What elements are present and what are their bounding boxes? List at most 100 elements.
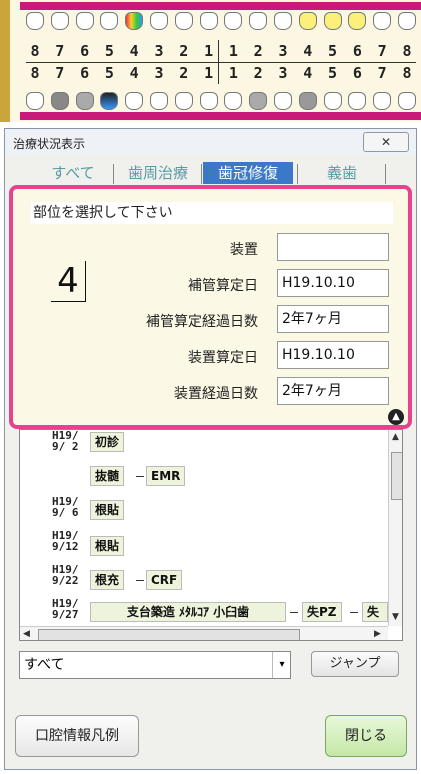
tooth-number: 7: [377, 64, 387, 82]
tooth-number: 1: [228, 42, 238, 60]
upper-tooth-row[interactable]: [26, 12, 416, 32]
tooth-icon[interactable]: [174, 92, 193, 110]
tooth-icon[interactable]: [249, 92, 268, 110]
close-button[interactable]: 閉じる: [325, 715, 407, 757]
history-item[interactable]: 初診: [90, 432, 125, 452]
tooth-number: 5: [104, 64, 114, 82]
tooth-icon[interactable]: [373, 92, 392, 110]
window-title: 治療状況表示: [13, 137, 86, 151]
tab-denture[interactable]: 義歯: [301, 162, 383, 184]
horizontal-scrollbar[interactable]: ◀ ▶: [20, 626, 388, 640]
supplement-calc-date-label: 補管算定日: [188, 278, 258, 294]
lower-tooth-row[interactable]: [26, 92, 416, 112]
tooth-number: 1: [204, 64, 214, 82]
tooth-icon[interactable]: [50, 12, 69, 30]
tooth-icon[interactable]: [174, 12, 193, 30]
history-item[interactable]: 根貼: [90, 500, 125, 520]
tooth-icon[interactable]: [323, 92, 342, 110]
detail-panel: 部位を選択して下さい 4 装置 補管算定日 H19.10.10 補管算定経過日数…: [9, 185, 412, 429]
tooth-number: 2: [179, 42, 189, 60]
scroll-right-icon[interactable]: ▶: [374, 629, 381, 639]
dental-chart[interactable]: 8 7 6 5 4 3 2 1 1 2 3 4 5 6 7 8 8 7 6 5 …: [0, 0, 421, 122]
filter-select[interactable]: すべて ▾: [19, 651, 291, 679]
lower-tooth-numbers: 8 7 6 5 4 3 2 1 1 2 3 4 5 6 7 8: [26, 64, 416, 82]
tooth-icon[interactable]: [50, 92, 69, 110]
selection-prompt: 部位を選択して下さい: [31, 202, 393, 224]
history-item[interactable]: 失PZ: [302, 602, 342, 622]
tab-crown-restoration[interactable]: 歯冠修復: [203, 162, 293, 184]
upper-tooth-numbers: 8 7 6 5 4 3 2 1 1 2 3 4 5 6 7 8: [26, 42, 416, 60]
tooth-icon[interactable]: [199, 92, 218, 110]
tooth-icon[interactable]: [298, 12, 317, 30]
tooth-icon[interactable]: [149, 12, 168, 30]
connector: [290, 612, 298, 613]
tooth-icon[interactable]: [273, 12, 292, 30]
tooth-icon[interactable]: [75, 12, 94, 30]
tooth-icon[interactable]: [373, 12, 392, 30]
device-field[interactable]: [277, 233, 389, 261]
supplement-elapsed-field[interactable]: 2年7ヶ月: [277, 305, 389, 333]
device-calc-date-field[interactable]: H19.10.10: [277, 341, 389, 369]
tooth-number: 4: [129, 42, 139, 60]
history-item[interactable]: 抜髄: [90, 466, 125, 486]
tooth-icon[interactable]: [348, 92, 367, 110]
tooth-icon[interactable]: [224, 92, 243, 110]
tooth-icon[interactable]: [249, 12, 268, 30]
tooth-icon[interactable]: [348, 12, 367, 30]
tooth-number: 5: [328, 42, 338, 60]
device-elapsed-label: 装置経過日数: [174, 386, 258, 402]
tooth-icon[interactable]: [273, 92, 292, 110]
device-elapsed-field[interactable]: 2年7ヶ月: [277, 377, 389, 405]
panel-collapse-button[interactable]: ▲: [388, 409, 404, 425]
tooth-number: 2: [253, 64, 263, 82]
tooth-number: 1: [228, 64, 238, 82]
vertical-scrollbar[interactable]: ▲ ▼: [388, 430, 402, 626]
treatment-history-list[interactable]: H19/9/ 2 初診 抜髄 EMR H19/9/ 6 根貼 H19/9/12 …: [19, 429, 403, 641]
tooth-icon[interactable]: [125, 12, 144, 30]
history-item[interactable]: 根充: [90, 570, 125, 590]
history-date: H19/9/ 2: [52, 429, 79, 453]
chevron-down-icon[interactable]: ▾: [272, 652, 291, 678]
tooth-number: 3: [278, 42, 288, 60]
scroll-up-icon[interactable]: ▲: [392, 432, 399, 442]
connector: [136, 476, 144, 477]
tooth-icon[interactable]: [26, 92, 44, 110]
tooth-number: 6: [352, 64, 362, 82]
tooth-icon[interactable]: [75, 92, 94, 110]
scroll-down-icon[interactable]: ▼: [392, 612, 399, 622]
tooth-number: 2: [253, 42, 263, 60]
history-item[interactable]: 失: [362, 602, 388, 622]
tooth-icon[interactable]: [125, 92, 144, 110]
lower-gum-band: [20, 112, 421, 120]
history-item[interactable]: 支台築造 ﾒﾀﾙｺｱ 小臼歯: [90, 602, 286, 622]
supplement-calc-date-field[interactable]: H19.10.10: [277, 269, 389, 297]
history-item[interactable]: 根貼: [90, 536, 125, 556]
window-close-button[interactable]: ✕: [363, 132, 409, 152]
jump-button[interactable]: ジャンプ: [311, 651, 399, 677]
tooth-number: 8: [402, 64, 412, 82]
tab-periodontal[interactable]: 歯周治療: [117, 162, 199, 184]
title-bar[interactable]: 治療状況表示 ✕: [5, 129, 416, 155]
tooth-icon[interactable]: [397, 92, 416, 110]
history-item[interactable]: CRF: [146, 570, 183, 590]
scroll-left-icon[interactable]: ◀: [23, 629, 30, 639]
tooth-icon[interactable]: [397, 12, 416, 30]
oral-info-legend-button[interactable]: 口腔情報凡例: [15, 715, 139, 757]
tooth-icon[interactable]: [100, 12, 119, 30]
tooth-number: 3: [154, 42, 164, 60]
tooth-icon[interactable]: [26, 12, 44, 30]
tooth-icon[interactable]: [199, 12, 218, 30]
history-date: H19/9/22: [52, 563, 79, 587]
tooth-icon[interactable]: [224, 12, 243, 30]
vertical-scroll-thumb[interactable]: [391, 452, 402, 500]
history-item[interactable]: EMR: [146, 466, 186, 486]
connector: [136, 580, 144, 581]
tooth-number: 8: [30, 64, 40, 82]
horizontal-scroll-thumb[interactable]: [38, 629, 300, 640]
tooth-icon[interactable]: [323, 12, 342, 30]
tooth-icon[interactable]: [100, 92, 119, 110]
tooth-icon[interactable]: [298, 92, 317, 110]
tooth-icon[interactable]: [149, 92, 168, 110]
tab-all[interactable]: すべて: [31, 162, 115, 184]
tooth-number: 2: [179, 64, 189, 82]
